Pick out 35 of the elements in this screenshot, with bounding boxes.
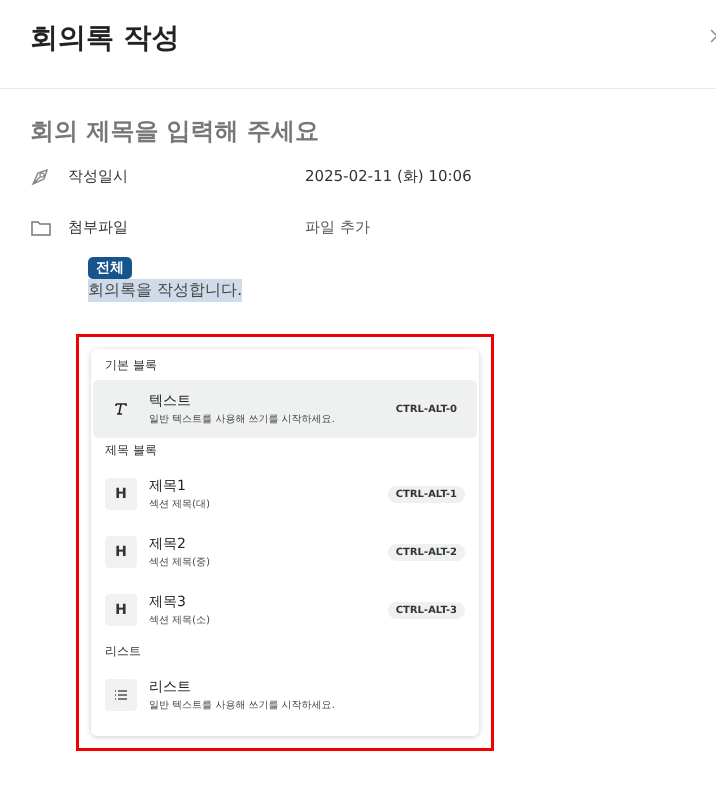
- heading-icon: H: [105, 594, 137, 626]
- menu-item[interactable]: 리스트 일반 텍스트를 사용해 쓰기를 시작하세요.: [93, 666, 477, 724]
- item-title: 제목1: [149, 477, 187, 495]
- item-title: 제목3: [149, 593, 187, 611]
- content-text: 회의록을 작성합니다.: [88, 279, 242, 302]
- tag: 전체: [88, 257, 132, 279]
- close-icon[interactable]: [711, 28, 716, 44]
- group-label: 제목 블록: [104, 442, 158, 459]
- shortcut-label: CTRL-ALT-1: [388, 486, 465, 502]
- item-description: 일반 텍스트를 사용해 쓰기를 시작하세요.: [149, 413, 336, 426]
- group-label: 리스트: [104, 643, 142, 660]
- item-description: 섹션 제목(대): [149, 498, 211, 511]
- menu-item[interactable]: H 제목2 섹션 제목(중) CTRL-ALT-2: [93, 523, 477, 581]
- item-title: 텍스트: [149, 392, 192, 410]
- list-icon: [115, 690, 127, 700]
- item-title: 리스트: [149, 678, 192, 696]
- field-value: 2025-02-11 (화) 10:06: [305, 167, 472, 186]
- item-description: 섹션 제목(중): [149, 556, 211, 569]
- dialog-title: 회의록 작성: [30, 20, 180, 56]
- shortcut-label: CTRL-ALT-0: [394, 402, 458, 416]
- heading-icon: H: [105, 478, 137, 510]
- group-label: 기본 블록: [104, 357, 158, 374]
- menu-item[interactable]: H 제목3 섹션 제목(소) CTRL-ALT-3: [93, 581, 477, 639]
- field-label: 작성일시: [68, 167, 129, 186]
- menu-item[interactable]: H 제목1 섹션 제목(대) CTRL-ALT-1: [93, 465, 477, 523]
- item-description: 일반 텍스트를 사용해 쓰기를 시작하세요.: [149, 699, 336, 712]
- field-label: 첨부파일: [68, 218, 129, 237]
- item-title: 제목2: [149, 535, 187, 553]
- menu-item[interactable]: 텍스트 일반 텍스트를 사용해 쓰기를 시작하세요. CTRL-ALT-0: [93, 380, 477, 438]
- shortcut-label: CTRL-ALT-3: [388, 602, 465, 618]
- text-format-icon: [115, 403, 127, 415]
- field-value[interactable]: 파일 추가: [305, 218, 370, 237]
- heading-icon: H: [105, 536, 137, 568]
- item-description: 섹션 제목(소): [149, 614, 211, 627]
- shortcut-label: CTRL-ALT-2: [388, 544, 465, 560]
